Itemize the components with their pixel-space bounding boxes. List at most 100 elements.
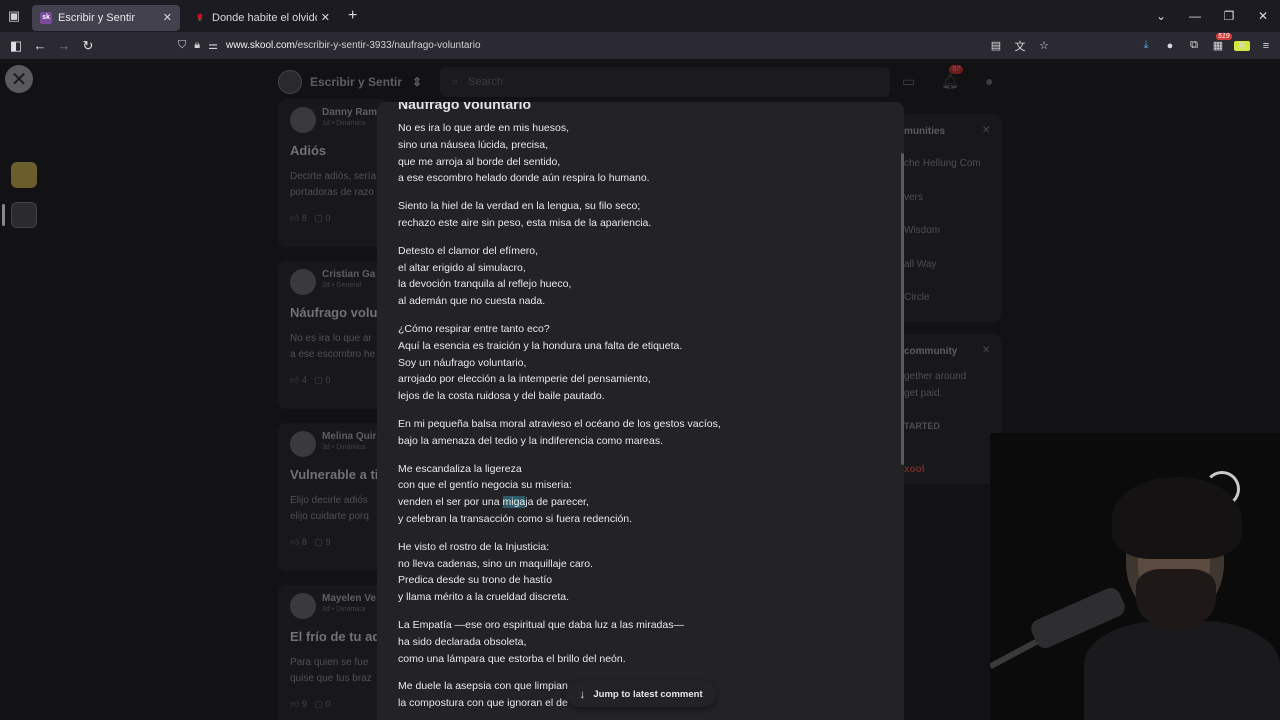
group-logo xyxy=(278,70,302,94)
minimize-button[interactable]: — xyxy=(1178,9,1212,23)
like-icon[interactable]: 👍︎ xyxy=(290,375,299,385)
list-item[interactable]: Mayelen Ve 3d • Dinámica El frío de tu a… xyxy=(278,585,388,720)
community-item[interactable]: all Way xyxy=(904,259,936,270)
post-title: El frío de tu ad xyxy=(290,629,381,644)
close-tab-icon[interactable]: ✕ xyxy=(163,11,172,24)
jump-to-latest-comment-button[interactable]: ↓ Jump to latest comment xyxy=(566,681,716,707)
back-button[interactable]: ← xyxy=(28,38,52,53)
reload-button[interactable]: ↻ xyxy=(76,38,100,54)
group-shortcut-icon[interactable] xyxy=(11,202,37,228)
permissions-icon[interactable]: ⚌ xyxy=(208,39,218,52)
comment-count: 9 xyxy=(325,537,331,547)
close-window-button[interactable]: ✕ xyxy=(1246,9,1280,23)
poem-line: Me escandaliza la ligereza xyxy=(398,462,522,475)
translate-icon[interactable]: 文 xyxy=(1012,38,1028,54)
search-input[interactable]: ⌕ Search xyxy=(440,67,890,97)
close-icon[interactable]: ✕ xyxy=(982,345,990,356)
get-started-button[interactable]: TARTED xyxy=(904,421,940,431)
post-title: Náufrago volun xyxy=(290,305,386,320)
lock-icon[interactable]: 🔒︎ xyxy=(194,39,200,52)
poem-line: que me arroja al borde del sentido, xyxy=(398,155,561,168)
avatar xyxy=(290,431,316,457)
post-excerpt: elijo cuidarte porq xyxy=(290,511,369,522)
page-content: ✕ Escribir y Sentir ⇕ ⌕ Search ▭ 🔔︎ 97 ● … xyxy=(0,59,1280,720)
url-bar[interactable]: ⛉ 🔒︎ ⚌ www.skool.com/escribir-y-sentir-3… xyxy=(178,35,1050,56)
community-item[interactable]: Circle xyxy=(904,292,930,303)
poem-line-end: ja de parecer, xyxy=(525,496,589,509)
tab-escribir-y-sentir[interactable]: sk Escribir y Sentir ✕ xyxy=(32,4,180,31)
poem-line: Detesto el clamor del efímero, xyxy=(398,244,539,257)
modal-scrollbar[interactable] xyxy=(901,153,904,465)
poem-line: arrojado por elección a la intemperie de… xyxy=(398,373,651,386)
forward-button[interactable]: → xyxy=(52,38,76,53)
app-shortcut-icon[interactable] xyxy=(11,162,37,188)
like-count: 4 xyxy=(301,375,307,385)
comment-icon[interactable]: ▢ xyxy=(314,375,323,385)
poem-line: a ese escombro helado donde aún respira … xyxy=(398,172,650,185)
post-body: No es ira lo que arde en mis huesos, sin… xyxy=(398,120,878,720)
menu-icon[interactable]: ≡ xyxy=(1258,40,1274,52)
poem-line: y celebran la transacción como si fuera … xyxy=(398,512,633,525)
avatar xyxy=(290,269,316,295)
extensions-icon[interactable]: ⧉ xyxy=(1186,39,1202,52)
panel-heading: munities xyxy=(904,126,946,137)
search-placeholder: Search xyxy=(468,76,504,88)
list-item[interactable]: Danny Ram 1d • Dinámica Adiós Decirte ad… xyxy=(278,99,388,247)
download-icon[interactable]: ⤓ xyxy=(1138,39,1154,52)
poem-line: y llama mérito a la crueldad discreta. xyxy=(398,591,569,604)
poem-line: Soy un náufrago voluntario, xyxy=(398,356,527,369)
account-icon[interactable]: ● xyxy=(1162,40,1178,52)
avatar[interactable]: ● xyxy=(985,73,993,90)
arrow-down-icon: ↓ xyxy=(579,687,586,701)
stanza: ¿Cómo respirar entre tanto eco? Aquí la … xyxy=(398,321,878,405)
new-tab-button[interactable]: + xyxy=(348,7,357,25)
post-meta: 1d • Dinámica xyxy=(322,120,366,127)
shield-icon[interactable]: ⛉ xyxy=(178,39,186,52)
tab-donde-habite[interactable]: 🌹 Donde habite el olvido - Poema ✕ xyxy=(186,5,338,31)
community-item[interactable]: che Hellung Com xyxy=(904,158,981,169)
post-meta: 3d • Dinámica xyxy=(322,606,366,613)
comment-icon[interactable]: ▢ xyxy=(314,537,323,547)
browser-tabbar: ▣ sk Escribir y Sentir ✕ 🌹 Donde habite … xyxy=(0,0,1280,32)
close-tab-icon[interactable]: ✕ xyxy=(321,11,330,24)
restore-button[interactable]: ❐ xyxy=(1212,9,1246,23)
post-author: Danny Ram xyxy=(322,107,378,118)
stanza: La Empatía —ese oro espiritual que daba … xyxy=(398,617,878,667)
bell-icon[interactable]: 🔔︎ 97 xyxy=(941,65,964,90)
tab-list-icon[interactable]: ▣ xyxy=(0,0,28,32)
poem-line: ha sido declarada obsoleta, xyxy=(398,635,527,648)
extension-badge-icon[interactable]: ▦ 519 xyxy=(1210,33,1232,52)
stanza: No es ira lo que arde en mis huesos, sin… xyxy=(398,120,878,187)
comment-icon[interactable]: ▢ xyxy=(314,213,323,223)
close-modal-button[interactable]: ✕ xyxy=(5,65,33,93)
post-title: Náufrago voluntario xyxy=(398,102,532,112)
group-name: Escribir y Sentir xyxy=(310,75,403,89)
group-header[interactable]: Escribir y Sentir ⇕ xyxy=(278,67,422,97)
like-icon[interactable]: 👍︎ xyxy=(290,699,299,709)
list-item[interactable]: Melina Quir 3d • Dinámica Vulnerable a t… xyxy=(278,423,388,571)
post-stats: 👍︎ 8 ▢ 0 xyxy=(290,213,331,224)
like-icon[interactable]: 👍︎ xyxy=(290,537,299,547)
text-selection[interactable]: miga xyxy=(502,496,526,509)
headphone-icon xyxy=(1204,471,1240,507)
extension-r-icon[interactable]: R xyxy=(1234,40,1250,51)
like-icon[interactable]: 👍︎ xyxy=(290,213,299,223)
list-item[interactable]: Cristian Ga 2d • General Náufrago volun … xyxy=(278,261,388,409)
poem-line: He visto el rostro de la Injusticia: xyxy=(398,540,550,553)
stanza: He visto el rostro de la Injusticia: no … xyxy=(398,539,878,606)
reader-view-icon[interactable]: ▤ xyxy=(988,39,1004,52)
poem-line: no lleva cadenas, sino un maquillaje car… xyxy=(398,557,593,570)
sidebar-toggle-icon[interactable]: ◧ xyxy=(4,38,28,54)
comment-count: 0 xyxy=(325,213,331,223)
poem-line: ¿Cómo respirar entre tanto eco? xyxy=(398,322,550,335)
chevron-down-icon[interactable]: ⌄ xyxy=(1144,9,1178,23)
poem-line-selected[interactable]: venden el ser por una migaja de parecer, xyxy=(398,494,878,511)
person-body xyxy=(1084,621,1280,720)
comment-icon[interactable]: ▢ xyxy=(314,699,323,709)
stanza: Siento la hiel de la verdad en la lengua… xyxy=(398,198,878,232)
chat-icon[interactable]: ▭ xyxy=(902,73,915,90)
community-item[interactable]: vers xyxy=(904,192,923,203)
community-item[interactable]: Wisdom xyxy=(904,225,940,236)
close-icon[interactable]: ✕ xyxy=(982,125,990,136)
bookmark-star-icon[interactable]: ☆ xyxy=(1036,39,1052,52)
